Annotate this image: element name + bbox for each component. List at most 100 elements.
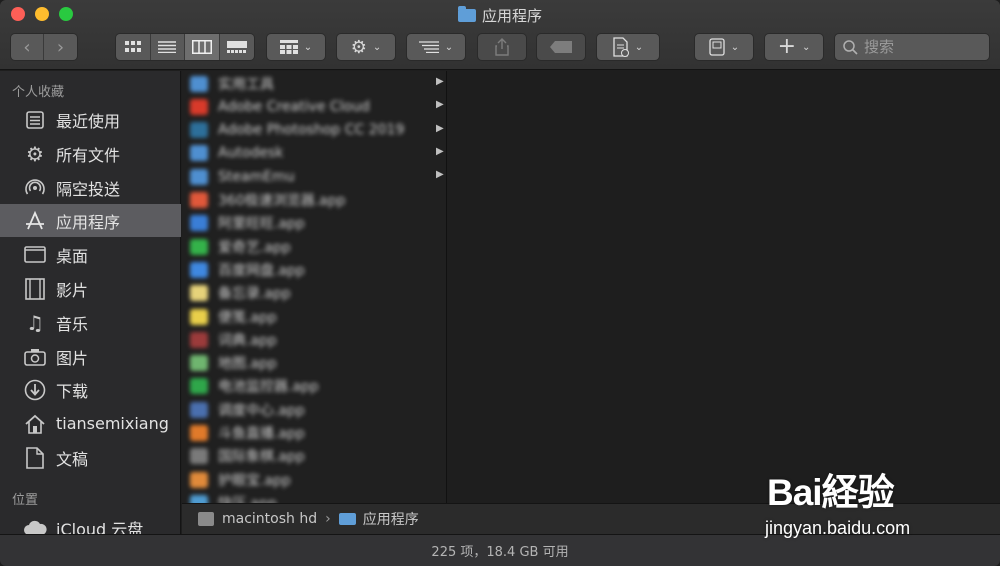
add-button[interactable]: + ⌄ <box>764 33 824 61</box>
forward-button[interactable]: › <box>44 34 77 60</box>
search-input[interactable] <box>864 38 974 56</box>
file-row[interactable]: 国际象棋.app <box>182 445 446 468</box>
group-button[interactable]: ⌄ <box>266 33 326 61</box>
list-icon <box>158 41 177 53</box>
sidebar-item-airdrop[interactable]: 隔空投送 <box>0 171 181 204</box>
applications-icon <box>23 209 47 233</box>
gallery-view-button[interactable] <box>219 34 254 60</box>
path-disk[interactable]: macintosh hd <box>222 511 317 527</box>
watermark-url: jingyan.baidu.com <box>765 518 911 538</box>
chevron-left-icon: ‹ <box>23 36 31 58</box>
file-row[interactable]: 备忘录.app <box>182 282 446 305</box>
search-field[interactable] <box>834 33 990 61</box>
tags-button[interactable] <box>536 33 586 61</box>
file-row[interactable]: 便笺.app <box>182 305 446 328</box>
path-separator: › <box>325 511 331 527</box>
file-row[interactable]: 爱奇艺.app <box>182 235 446 258</box>
file-row[interactable]: 护眼宝.app <box>182 468 446 491</box>
sidebar-item-recents[interactable]: 最近使用 <box>0 103 181 136</box>
path-folder[interactable]: 应用程序 <box>363 509 419 529</box>
file-name: 百度网盘.app <box>218 262 305 279</box>
window-title: 应用程序 <box>0 5 1000 26</box>
file-name: 电池监控器.app <box>218 379 319 396</box>
disclosure-arrow-icon: ▶ <box>436 122 444 134</box>
file-name: Adobe Creative Cloud <box>218 98 370 115</box>
file-name: 爱奇艺.app <box>218 239 291 256</box>
sidebar-item-label: 音乐 <box>56 314 89 334</box>
sidebar-item-label: 最近使用 <box>56 111 121 131</box>
device-icon <box>709 38 725 56</box>
column-view-button[interactable] <box>185 34 220 60</box>
finder-window: 应用程序 ‹ › ⌄ ⚙ ⌄ ⌄ ⌄ ⌄ + ⌄ 搜索 个人收藏 最近使用 ⚙ … <box>0 0 1000 566</box>
file-row[interactable]: 电池监控器.app <box>182 375 446 398</box>
file-row[interactable]: 快压.app <box>182 491 446 503</box>
app-icon <box>190 401 208 418</box>
group-grid-icon <box>279 40 298 54</box>
toolbar: 应用程序 ‹ › ⌄ ⚙ ⌄ ⌄ ⌄ ⌄ + ⌄ 搜索 <box>0 0 1000 70</box>
file-name: 国际象棋.app <box>218 449 305 466</box>
app-icon <box>190 215 208 232</box>
sidebar-item-applications[interactable]: 应用程序 <box>0 204 181 237</box>
sidebar-item-music[interactable]: ♫ 音乐 <box>0 306 181 339</box>
airdrop-icon <box>23 176 47 200</box>
action-button[interactable]: ⚙ ⌄ <box>336 33 396 61</box>
device-button[interactable]: ⌄ <box>694 33 754 61</box>
file-row[interactable]: 360极速浏览器.app <box>182 189 446 212</box>
folder-icon <box>190 98 208 115</box>
sidebar-item-label: 所有文件 <box>56 145 121 165</box>
arrange-button[interactable]: ⌄ <box>406 33 466 61</box>
file-row[interactable]: 词典.app <box>182 328 446 351</box>
search-icon <box>843 39 858 55</box>
arrange-icon <box>418 41 439 53</box>
app-icon <box>190 308 208 325</box>
file-row[interactable]: SteamEmu <box>182 165 446 188</box>
gear-icon: ⚙ <box>350 36 367 58</box>
window-title-text: 应用程序 <box>481 7 542 25</box>
pictures-icon <box>23 345 47 369</box>
sidebar-item-all-files[interactable]: ⚙ 所有文件 <box>0 137 181 170</box>
file-name: Autodesk <box>218 145 284 162</box>
file-row[interactable]: Autodesk <box>182 142 446 165</box>
sidebar-item-label: 图片 <box>56 348 89 368</box>
back-button[interactable]: ‹ <box>11 34 45 60</box>
list-view-button[interactable] <box>150 34 185 60</box>
app-icon <box>190 471 208 488</box>
sidebar-item-label: 下载 <box>56 381 89 401</box>
file-row[interactable]: 百度网盘.app <box>182 258 446 281</box>
app-icon <box>190 425 208 441</box>
file-row[interactable]: 实用工具 <box>182 72 446 95</box>
documents-icon <box>23 446 47 470</box>
app-icon <box>190 355 208 372</box>
desktop-icon <box>23 243 47 267</box>
icon-view-button[interactable] <box>116 34 151 60</box>
file-name: 斗鱼直播.app <box>218 426 305 442</box>
file-name: 护眼宝.app <box>218 472 291 489</box>
file-name: 地图.app <box>218 356 277 373</box>
file-row[interactable]: 斗鱼直播.app <box>182 422 446 445</box>
sidebar-item-home[interactable]: tiansemixiang <box>0 407 181 440</box>
new-document-button[interactable]: ⌄ <box>596 33 660 61</box>
file-row[interactable]: 调度中心.app <box>182 398 446 421</box>
sidebar-item-desktop[interactable]: 桌面 <box>0 238 181 271</box>
file-row[interactable]: 地图.app <box>182 352 446 375</box>
sidebar-item-label: 应用程序 <box>56 212 121 232</box>
sidebar-item-label: 影片 <box>56 280 89 300</box>
hard-disk-icon <box>198 512 214 526</box>
tag-icon <box>550 41 572 53</box>
file-row[interactable]: 阿里旺旺.app <box>182 212 446 235</box>
file-row[interactable]: Adobe Creative Cloud <box>182 95 446 118</box>
share-button[interactable] <box>477 33 527 61</box>
sidebar-item-label: tiansemixiang <box>56 414 169 433</box>
gear-icon: ⚙ <box>26 141 44 166</box>
sidebar-item-documents[interactable]: 文稿 <box>0 441 181 474</box>
app-icon <box>190 192 208 208</box>
file-name: 备忘录.app <box>218 286 291 303</box>
sidebar-item-label: 隔空投送 <box>56 179 121 199</box>
sidebar-item-downloads[interactable]: 下载 <box>0 373 181 406</box>
sidebar-item-pictures[interactable]: 图片 <box>0 340 181 373</box>
file-row[interactable]: Adobe Photoshop CC 2019 <box>182 119 446 142</box>
app-icon <box>190 238 208 255</box>
sidebar-item-movies[interactable]: 影片 <box>0 272 181 305</box>
folder-icon <box>190 168 208 185</box>
movies-icon <box>23 277 47 301</box>
